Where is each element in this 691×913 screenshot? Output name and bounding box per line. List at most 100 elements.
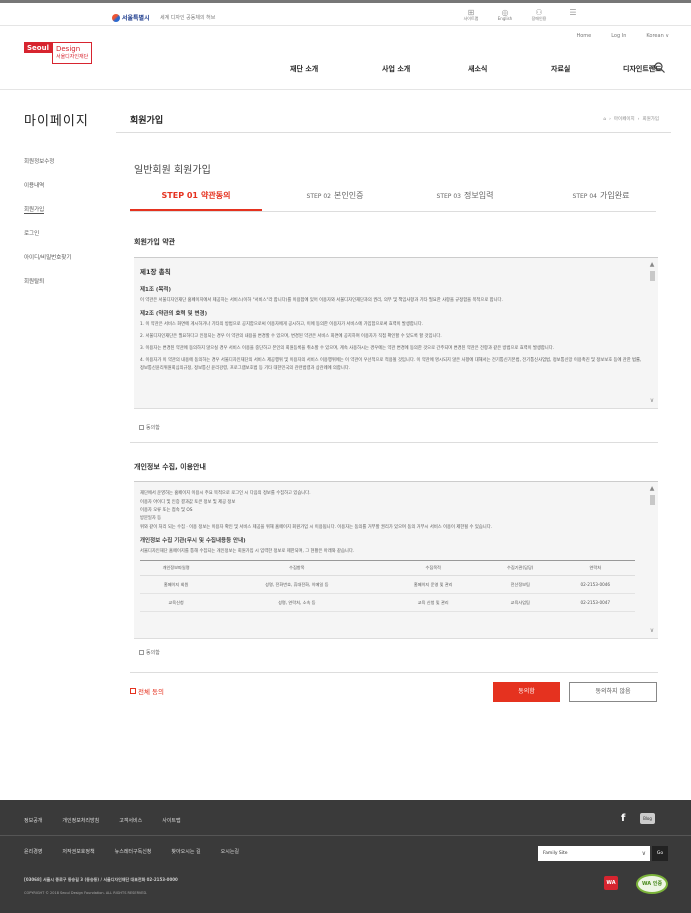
checkbox-icon [139,650,144,655]
terms-article-2-p2: 2. 서울디자인재단은 필요하다고 인정되는 경우 이 약관의 내용을 변경할 … [140,334,442,339]
sidebar-item-withdraw[interactable]: 회원탈퇴 [24,277,71,301]
page-title: 회원가입 [130,116,164,126]
footer-link[interactable]: 찾아오시는 길 [171,848,200,855]
table-row: 홈페이지 회원 성명, 전화번호, 휴대전화, 이메일 등 홈페이지 운영 및 … [140,575,635,594]
language-select[interactable]: Korean ∨ [646,33,669,39]
search-icon[interactable] [654,62,665,73]
privacy-table: 개인정보파일명 수집항목 수집목적 수집기관(담당) 연락처 홈페이지 회원 성… [140,560,635,612]
footer-link[interactable]: 정보공개 [24,817,42,824]
privacy-p3: 이용자 오류 또는 접속 및 OS [140,508,193,513]
terms-scroll-box[interactable]: 제1장 총칙 제1조 (목적) 이 약관은 서울디자인재단 홈페이지에서 제공하… [134,257,658,409]
terms-article-2-p4: 4. 이용자가 이 약관의 내용에 동의하는 경우 서울디자인재단의 서비스 제… [140,358,642,371]
step-1: STEP 01 약관동의 [130,186,262,211]
footer-link[interactable]: 윤리경영 [24,848,42,855]
privacy-heading: 개인정보 수집, 이용안내 [134,463,206,471]
go-button[interactable]: Go [652,846,668,861]
terms-chapter: 제1장 총칙 [140,268,171,276]
scroll-down-icon[interactable]: ∨ [649,398,655,404]
facebook-icon[interactable]: f [621,813,625,824]
title-divider [116,132,671,133]
scroll-up-icon[interactable]: ▲ [649,262,655,268]
agree-button[interactable]: 동의함 [493,682,560,702]
footer-address: [03068] 서울시 종로구 동숭길 3 (동숭동) / 서울디자인재단 대표… [24,877,178,882]
step-2: STEP 02 본인인증 [306,191,364,200]
terms-article-1-text: 이 약관은 서울디자인재단 홈페이지에서 제공하는 서비스(이하 "서비스"라 … [140,298,503,303]
privacy-p2: 이용자 아이디 및 인증 결과값 토큰 정보 및 제공 정보 [140,500,236,505]
menu-link[interactable]: ☰ [563,8,583,22]
nav-news[interactable]: 새소식 [468,64,551,74]
table-header-row: 개인정보파일명 수집항목 수집목적 수집기관(담당) 연락처 [140,560,635,576]
terms-article-2-p1: 1. 이 약관은 서비스 화면에 게시하거나 기타의 방법으로 공지함으로써 이… [140,322,424,327]
footer-link[interactable]: 저작권보호정책 [62,848,94,855]
site-logo[interactable]: Seoul Design 서울디자인재단 [24,42,93,64]
seoul-city-logo[interactable]: 서울특별시 [112,13,150,22]
scroll-up-icon[interactable]: ▲ [649,486,655,492]
top-bar: 서울특별시 세계 디자인 공동체의 허브 ⊞ 사이트맵 ◎ English ⚇ 장애인… [0,0,691,26]
sidebar-item-edit-info[interactable]: 회원정보수정 [24,157,71,181]
scroll-down-icon[interactable]: ∨ [649,628,655,634]
english-link[interactable]: ◎ English [495,9,515,22]
lnb-title: 마이페이지 [24,114,89,129]
web-accessibility-badge: WA [604,876,618,890]
form-title: 일반회원 회원가입 [134,165,211,176]
accessibility-link[interactable]: ⚇ 장애인용 [529,9,549,22]
menu-icon: ☰ [569,8,577,17]
sidebar-item-login[interactable]: 로그인 [24,229,71,253]
login-link[interactable]: Log In [611,33,626,39]
nav-foundation[interactable]: 재단 소개 [290,64,382,74]
step-3: STEP 03 정보입력 [436,191,494,200]
footer-link[interactable]: 사이트맵 [162,817,180,824]
breadcrumb: ⌂ › 마이페이지 › 회원가입 [603,116,659,123]
wa-certification-badge: WA 인증 [636,874,668,894]
footer-copyright: COPYRIGHT © 2018 Seoul Design Foundation… [24,891,148,895]
home-icon[interactable]: ⌂ [603,117,606,122]
scroll-thumb[interactable] [649,495,655,505]
step-4: STEP 04 가입완료 [572,191,630,200]
privacy-sub-title: 개인정보 수집 기관(무시 및 수집내용등 안내) [140,538,246,544]
gov-slogan: 세계 디자인 공동체의 허브 [160,15,216,21]
footer-link[interactable]: 뉴스레터구독신청 [115,848,152,855]
privacy-p4: 방문일자 등 [140,516,162,521]
home-link[interactable]: Home [576,33,591,39]
privacy-agree-checkbox[interactable]: 동의함 [139,649,160,656]
seoul-logo-icon [112,13,120,22]
privacy-sub-text: 서울디자인재단 홈페이지를 통해 수집되는 개인정보는 회원가입 시 입력한 정… [140,549,355,554]
all-agree-checkbox[interactable]: 전체 동의 [130,686,164,696]
breadcrumb-mypage[interactable]: 마이페이지 [614,116,635,122]
terms-agree-checkbox[interactable]: 동의함 [139,424,160,431]
sidebar-item-join[interactable]: 회원가입 [24,205,71,229]
nav-business[interactable]: 사업 소개 [382,64,468,74]
sidebar-item-find-account[interactable]: 아이디/비밀번호찾기 [24,253,71,277]
site-header: Seoul Design 서울디자인재단 Home Log In Korean ∨… [0,26,691,90]
footer-link[interactable]: 오시는길 [221,848,239,855]
privacy-scroll-box[interactable]: 재단에서 운영하는 홈페이지 이용시 주요 목적으로 로그인 시 다음의 정보를… [134,481,658,639]
footer-link[interactable]: 개인정보처리방침 [62,817,99,824]
checkbox-icon [139,425,144,430]
sidebar-item-history[interactable]: 이용내역 [24,181,71,205]
main-nav: 재단 소개 사업 소개 새소식 자료실 디자인트렌드 [290,64,662,74]
terms-article-2-p3: 3. 이용자는 변경된 약관에 동의하지 않으실 경우 서비스 이용을 중단하고… [140,346,555,351]
terms-scrollbar[interactable]: ▲ ∨ [649,262,655,404]
chevron-down-icon: ∨ [641,850,646,857]
section-divider [130,442,658,443]
privacy-p5: 위와 같이 처리 되는 수집 · 이용 정보는 이용자 확인 및 서비스 제공을… [140,525,493,530]
section-divider [130,672,658,673]
family-site-select[interactable]: Family Site ∨ [538,846,650,861]
blog-icon[interactable]: Blog [640,813,655,824]
footer-links-secondary: 윤리경영 저작권보호정책 뉴스레터구독신청 찾아오시는 길 오시는길 [24,848,239,855]
side-nav: 회원정보수정 이용내역 회원가입 로그인 아이디/비밀번호찾기 회원탈퇴 [24,157,71,301]
footer-link[interactable]: 고객서비스 [119,817,142,824]
scroll-thumb[interactable] [649,271,655,281]
step-indicator: STEP 01 약관동의 STEP 02 본인인증 STEP 03 정보입력 STEP… [130,186,656,212]
disagree-button[interactable]: 동의하지 않음 [569,682,657,702]
breadcrumb-join: 회원가입 [642,117,659,122]
terms-article-1-title: 제1조 (목적) [140,287,172,293]
util-nav: Home Log In Korean ∨ [576,33,669,39]
nav-archive[interactable]: 자료실 [551,64,623,74]
checkbox-icon [130,688,136,694]
privacy-scrollbar[interactable]: ▲ ∨ [649,486,655,634]
terms-heading: 회원가입 약관 [134,238,176,246]
table-row: 교육신청 성명, 연락처, 소속 등 교육 신청 및 관리 교육사업팀 02-2… [140,593,635,612]
sitemap-link[interactable]: ⊞ 사이트맵 [461,9,481,22]
privacy-p1: 재단에서 운영하는 홈페이지 이용시 주요 목적으로 로그인 시 다음의 정보를… [140,491,311,496]
